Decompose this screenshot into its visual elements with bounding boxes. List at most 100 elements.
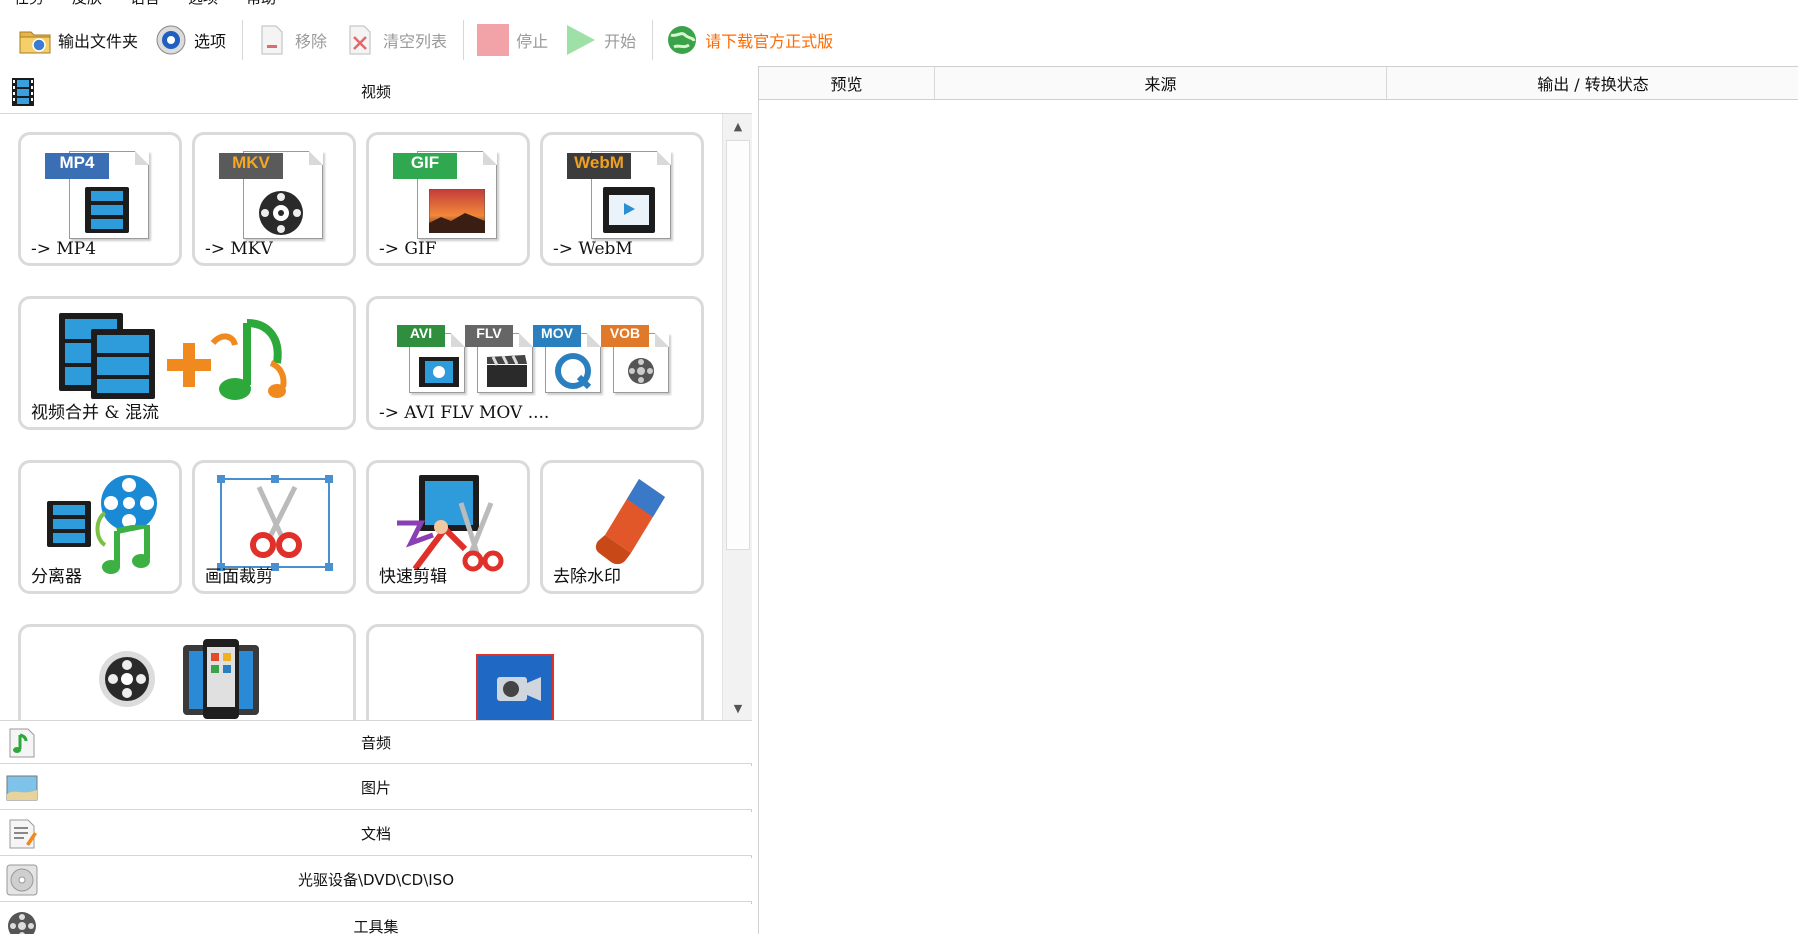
category-audio-label: 音频 — [360, 733, 391, 752]
menu-options[interactable]: 选项 — [174, 0, 232, 8]
tile-label: 画面裁剪 — [205, 567, 273, 587]
tile-screen-record[interactable] — [366, 624, 704, 720]
category-panel: 视频 MP4 -> MP4 MKV -> MKV GIF -> GIF WebM — [0, 70, 752, 934]
menu-bar: 任务 皮肤 语言 选项 帮助 — [0, 0, 290, 8]
tile-splitter[interactable]: 分离器 — [18, 460, 182, 594]
film-reel-icon — [259, 191, 303, 235]
menu-task[interactable]: 任务 — [0, 0, 58, 8]
options-button[interactable]: 选项 — [148, 20, 232, 60]
remove-button[interactable]: 移除 — [249, 20, 333, 60]
play-icon — [564, 23, 598, 57]
globe-icon — [665, 23, 699, 57]
play-icon — [624, 203, 635, 215]
options-label: 选项 — [194, 32, 227, 51]
video-tools-grid: MP4 -> MP4 MKV -> MKV GIF -> GIF WebM ->… — [0, 114, 722, 720]
tile-quick-cut[interactable]: 快速剪辑 — [366, 460, 530, 594]
tile-device-convert[interactable] — [18, 624, 356, 720]
start-label: 开始 — [604, 32, 637, 51]
tile-label: -> MKV — [205, 239, 273, 259]
gear-icon — [154, 23, 188, 57]
category-image-label: 图片 — [360, 779, 391, 797]
menu-skin[interactable]: 皮肤 — [58, 0, 116, 8]
task-list-body[interactable] — [759, 100, 1798, 934]
mobile-device-icon — [183, 639, 259, 719]
category-disc-label: 光驱设备\DVD\CD\ISO — [297, 871, 455, 889]
tile-to-mkv[interactable]: MKV -> MKV — [192, 132, 356, 266]
tile-label: 视频合并 & 混流 — [31, 403, 159, 423]
category-tools-header[interactable]: 工具集 — [0, 904, 752, 934]
film-reel-icon — [628, 358, 654, 384]
scroll-down-arrow-icon[interactable]: ▼ — [723, 696, 753, 720]
film-stack-icon — [91, 329, 155, 399]
stop-button[interactable]: 停止 — [470, 20, 554, 60]
clear-list-label: 清空列表 — [383, 32, 448, 51]
screen-recorder-icon — [476, 654, 554, 720]
tile-remove-watermark[interactable]: 去除水印 — [540, 460, 704, 594]
tile-label: 去除水印 — [553, 567, 621, 587]
tools-reel-icon — [6, 910, 38, 934]
menu-help[interactable]: 帮助 — [232, 0, 290, 8]
quicktime-icon — [555, 353, 592, 389]
toolbar-divider — [652, 20, 654, 60]
webm-badge: WebM — [567, 153, 631, 179]
film-strip-icon — [6, 76, 38, 108]
category-image-header[interactable]: 图片 — [0, 766, 752, 810]
tile-label: 分离器 — [31, 567, 82, 587]
scroll-thumb[interactable] — [726, 140, 750, 550]
download-label: 请下载官方正式版 — [705, 32, 834, 51]
category-video-label: 视频 — [360, 83, 391, 101]
column-output-status[interactable]: 输出 / 转换状态 — [1387, 67, 1798, 99]
clapperboard-icon — [487, 355, 527, 387]
tile-label: -> MP4 — [31, 239, 97, 259]
folder-icon — [18, 23, 52, 57]
tile-to-gif[interactable]: GIF -> GIF — [366, 132, 530, 266]
start-button[interactable]: 开始 — [558, 20, 642, 60]
video-grid-scrollbar[interactable]: ▲ ▼ — [722, 114, 752, 720]
split-arrows-icon — [95, 511, 107, 547]
remove-file-icon — [255, 23, 289, 57]
column-preview[interactable]: 预览 — [759, 67, 935, 99]
task-list-header: 预览 来源 输出 / 转换状态 — [759, 66, 1798, 100]
picture-icon — [6, 772, 38, 804]
flv-badge: FLV — [465, 325, 513, 347]
menu-language[interactable]: 语言 — [116, 0, 174, 8]
toolbar: 输出文件夹 选项 移除 清空列表 停止 开始 请下载官方正式版 — [0, 10, 1798, 70]
tile-video-merge[interactable]: 视频合并 & 混流 — [18, 296, 356, 430]
film-icon — [85, 187, 129, 233]
task-list-panel: 预览 来源 输出 / 转换状态 — [758, 66, 1798, 934]
scroll-up-arrow-icon[interactable]: ▲ — [723, 114, 753, 138]
mkv-badge: MKV — [219, 153, 283, 179]
toolbar-divider — [463, 20, 465, 60]
crop-scissors-icon — [217, 475, 333, 571]
output-folder-label: 输出文件夹 — [58, 32, 139, 51]
download-official-link[interactable]: 请下载官方正式版 — [659, 20, 839, 60]
music-note-icon — [6, 727, 38, 759]
tile-to-mp4[interactable]: MP4 -> MP4 — [18, 132, 182, 266]
eraser-icon — [595, 479, 665, 565]
disc-icon — [6, 864, 38, 896]
tile-to-avi-flv-mov[interactable]: AVI FLV MOV VOB -> AVI FLV MOV .... — [366, 296, 704, 430]
remove-label: 移除 — [295, 32, 328, 51]
category-document-label: 文档 — [360, 825, 391, 843]
mp4-badge: MP4 — [45, 153, 109, 179]
category-video-header[interactable]: 视频 — [0, 70, 752, 114]
column-source[interactable]: 来源 — [935, 67, 1387, 99]
tile-crop[interactable]: 画面裁剪 — [192, 460, 356, 594]
toolbar-divider — [242, 20, 244, 60]
output-folder-button[interactable]: 输出文件夹 — [12, 20, 144, 60]
stop-label: 停止 — [516, 32, 549, 51]
tile-label: 快速剪辑 — [379, 567, 447, 587]
mov-badge: MOV — [533, 325, 581, 347]
tile-to-webm[interactable]: WebM -> WebM — [540, 132, 704, 266]
clear-list-button[interactable]: 清空列表 — [337, 20, 453, 60]
category-document-header[interactable]: 文档 — [0, 812, 752, 856]
sunset-image-icon — [429, 189, 485, 233]
vob-badge: VOB — [601, 325, 649, 347]
gif-badge: GIF — [393, 153, 457, 179]
film-icon — [419, 357, 459, 387]
avi-badge: AVI — [397, 325, 445, 347]
category-audio-header[interactable]: 音频 — [0, 720, 752, 764]
category-disc-header[interactable]: 光驱设备\DVD\CD\ISO — [0, 858, 752, 902]
music-note-icon — [210, 319, 287, 400]
tile-label: -> GIF — [379, 239, 437, 259]
